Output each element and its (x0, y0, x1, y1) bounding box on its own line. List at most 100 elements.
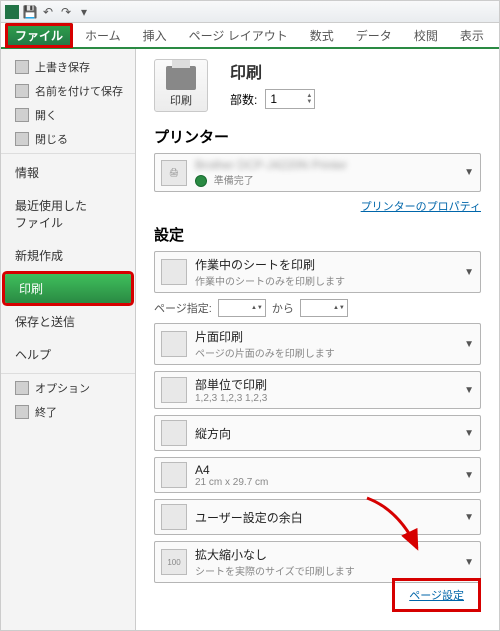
printer-select[interactable]: 🖨 Brother DCP-J4220N Printer 準備完了 ▼ (154, 153, 481, 192)
ribbon-tab-page-layout[interactable]: ページ レイアウト (179, 23, 298, 48)
printer-icon (166, 66, 196, 90)
setting-print-what[interactable]: 作業中のシートを印刷 作業中のシートのみを印刷します ▼ (154, 251, 481, 293)
setting-margins[interactable]: ユーザー設定の余白 ▼ (154, 499, 481, 535)
page-range-to: から (272, 300, 294, 316)
chevron-down-icon: ▼ (464, 557, 474, 568)
backstage-sidebar: 上書き保存 名前を付けて保存 開く 閉じる 情報 最近使用した ファイル 新規作… (1, 49, 136, 630)
sidebar-item-info[interactable]: 情報 (1, 156, 135, 189)
printer-properties-link[interactable]: プリンターのプロパティ (154, 198, 481, 214)
setting-title: 部単位で印刷 (195, 376, 267, 393)
divider (1, 373, 135, 374)
setting-sub: 21 cm x 29.7 cm (195, 477, 268, 488)
sidebar-label: オプション (35, 380, 90, 396)
page-range-label: ページ指定: (154, 300, 212, 316)
ribbon-tab-formulas[interactable]: 数式 (300, 23, 344, 48)
chevron-down-icon: ▼ (464, 267, 474, 278)
setting-sub: シートを実際のサイズで印刷します (195, 563, 355, 578)
sidebar-label: 印刷 (19, 280, 43, 297)
collate-icon (161, 377, 187, 403)
ribbon-tab-file[interactable]: ファイル (5, 23, 73, 48)
copies-row: 部数: 1 ▲▼ (230, 89, 315, 109)
setting-title: 拡大縮小なし (195, 546, 355, 563)
paper-icon (161, 462, 187, 488)
ribbon-tab-insert[interactable]: 挿入 (133, 23, 177, 48)
stepper-arrows-icon[interactable]: ▲▼ (306, 93, 312, 105)
page-setup-callout: ページ設定 (392, 578, 481, 612)
setting-title: 作業中のシートを印刷 (195, 256, 345, 273)
printer-device-icon: 🖨 (161, 160, 187, 186)
qat-dropdown-icon[interactable]: ▾ (77, 5, 91, 19)
sidebar-label: 名前を付けて保存 (35, 83, 123, 99)
printer-status: 準備完了 (195, 172, 347, 187)
print-button-label: 印刷 (155, 92, 207, 108)
setting-duplex[interactable]: 片面印刷 ページの片面のみを印刷します ▼ (154, 323, 481, 365)
sidebar-item-save[interactable]: 上書き保存 (1, 55, 135, 79)
save-icon (15, 60, 29, 74)
sidebar-item-save-send[interactable]: 保存と送信 (1, 305, 135, 338)
undo-icon[interactable]: ↶ (41, 5, 55, 19)
setting-title: 縦方向 (195, 425, 231, 442)
ribbon-tab-data[interactable]: データ (346, 23, 402, 48)
sidebar-item-options[interactable]: オプション (1, 376, 135, 400)
sidebar-item-recent[interactable]: 最近使用した ファイル (1, 189, 135, 239)
ribbon-tab-review[interactable]: 校閲 (404, 23, 448, 48)
saveas-icon (15, 84, 29, 98)
sidebar-label: 開く (35, 107, 57, 123)
settings-section-title: 設定 (154, 224, 481, 245)
setting-orientation[interactable]: 縦方向 ▼ (154, 415, 481, 451)
copies-value: 1 (270, 92, 277, 106)
app-icon (5, 5, 19, 19)
ribbon-tab-home[interactable]: ホーム (75, 23, 131, 48)
ribbon-tab-view[interactable]: 表示 (450, 23, 494, 48)
chevron-down-icon: ▼ (464, 339, 474, 350)
copies-stepper[interactable]: 1 ▲▼ (265, 89, 315, 109)
print-button[interactable]: 印刷 (154, 59, 208, 112)
setting-sub: ページの片面のみを印刷します (195, 345, 335, 360)
chevron-down-icon: ▼ (464, 428, 474, 439)
save-icon[interactable]: 💾 (23, 5, 37, 19)
margins-icon (161, 504, 187, 530)
close-icon (15, 132, 29, 146)
sidebar-item-close[interactable]: 閉じる (1, 127, 135, 151)
page-range-row: ページ指定: ▲▼ から ▲▼ (154, 299, 481, 317)
sheet-icon (161, 259, 187, 285)
printer-name-blurred: Brother DCP-J4220N Printer (195, 158, 347, 172)
setting-sub: 1,2,3 1,2,3 1,2,3 (195, 393, 267, 404)
sidebar-item-saveas[interactable]: 名前を付けて保存 (1, 79, 135, 103)
chevron-down-icon: ▼ (464, 385, 474, 396)
sidebar-label: 閉じる (35, 131, 68, 147)
sidebar-label: 上書き保存 (35, 59, 90, 75)
chevron-down-icon: ▼ (464, 167, 474, 178)
copies-label: 部数: (230, 91, 257, 108)
scaling-icon: 100 (161, 549, 187, 575)
setting-collate[interactable]: 部単位で印刷 1,2,3 1,2,3 1,2,3 ▼ (154, 371, 481, 409)
page-setup-link[interactable]: ページ設定 (409, 587, 464, 603)
sidebar-item-print[interactable]: 印刷 (5, 274, 131, 303)
print-backstage-content: 印刷 印刷 部数: 1 ▲▼ プリンター 🖨 Brother DCP-J4220… (136, 49, 499, 630)
sidebar-label: 終了 (35, 404, 57, 420)
exit-icon (15, 405, 29, 419)
chevron-down-icon: ▼ (464, 512, 474, 523)
print-title: 印刷 (230, 59, 315, 83)
sidebar-item-new[interactable]: 新規作成 (1, 239, 135, 272)
sidebar-item-help[interactable]: ヘルプ (1, 338, 135, 371)
print-header: 印刷 印刷 部数: 1 ▲▼ (154, 59, 481, 112)
backstage: 上書き保存 名前を付けて保存 開く 閉じる 情報 最近使用した ファイル 新規作… (1, 49, 499, 630)
redo-icon[interactable]: ↷ (59, 5, 73, 19)
sidebar-item-open[interactable]: 開く (1, 103, 135, 127)
setting-paper-size[interactable]: A4 21 cm x 29.7 cm ▼ (154, 457, 481, 493)
page-to-stepper[interactable]: ▲▼ (300, 299, 348, 317)
ribbon-tabs: ファイル ホーム 挿入 ページ レイアウト 数式 データ 校閲 表示 (1, 23, 499, 49)
divider (1, 153, 135, 154)
page-from-stepper[interactable]: ▲▼ (218, 299, 266, 317)
portrait-icon (161, 420, 187, 446)
setting-title: A4 (195, 463, 268, 477)
options-icon (15, 381, 29, 395)
duplex-icon (161, 331, 187, 357)
sidebar-item-exit[interactable]: 終了 (1, 400, 135, 424)
setting-title: ユーザー設定の余白 (195, 509, 303, 526)
setting-title: 片面印刷 (195, 328, 335, 345)
setting-sub: 作業中のシートのみを印刷します (195, 273, 345, 288)
printer-section-title: プリンター (154, 126, 481, 147)
ready-icon (195, 175, 207, 187)
